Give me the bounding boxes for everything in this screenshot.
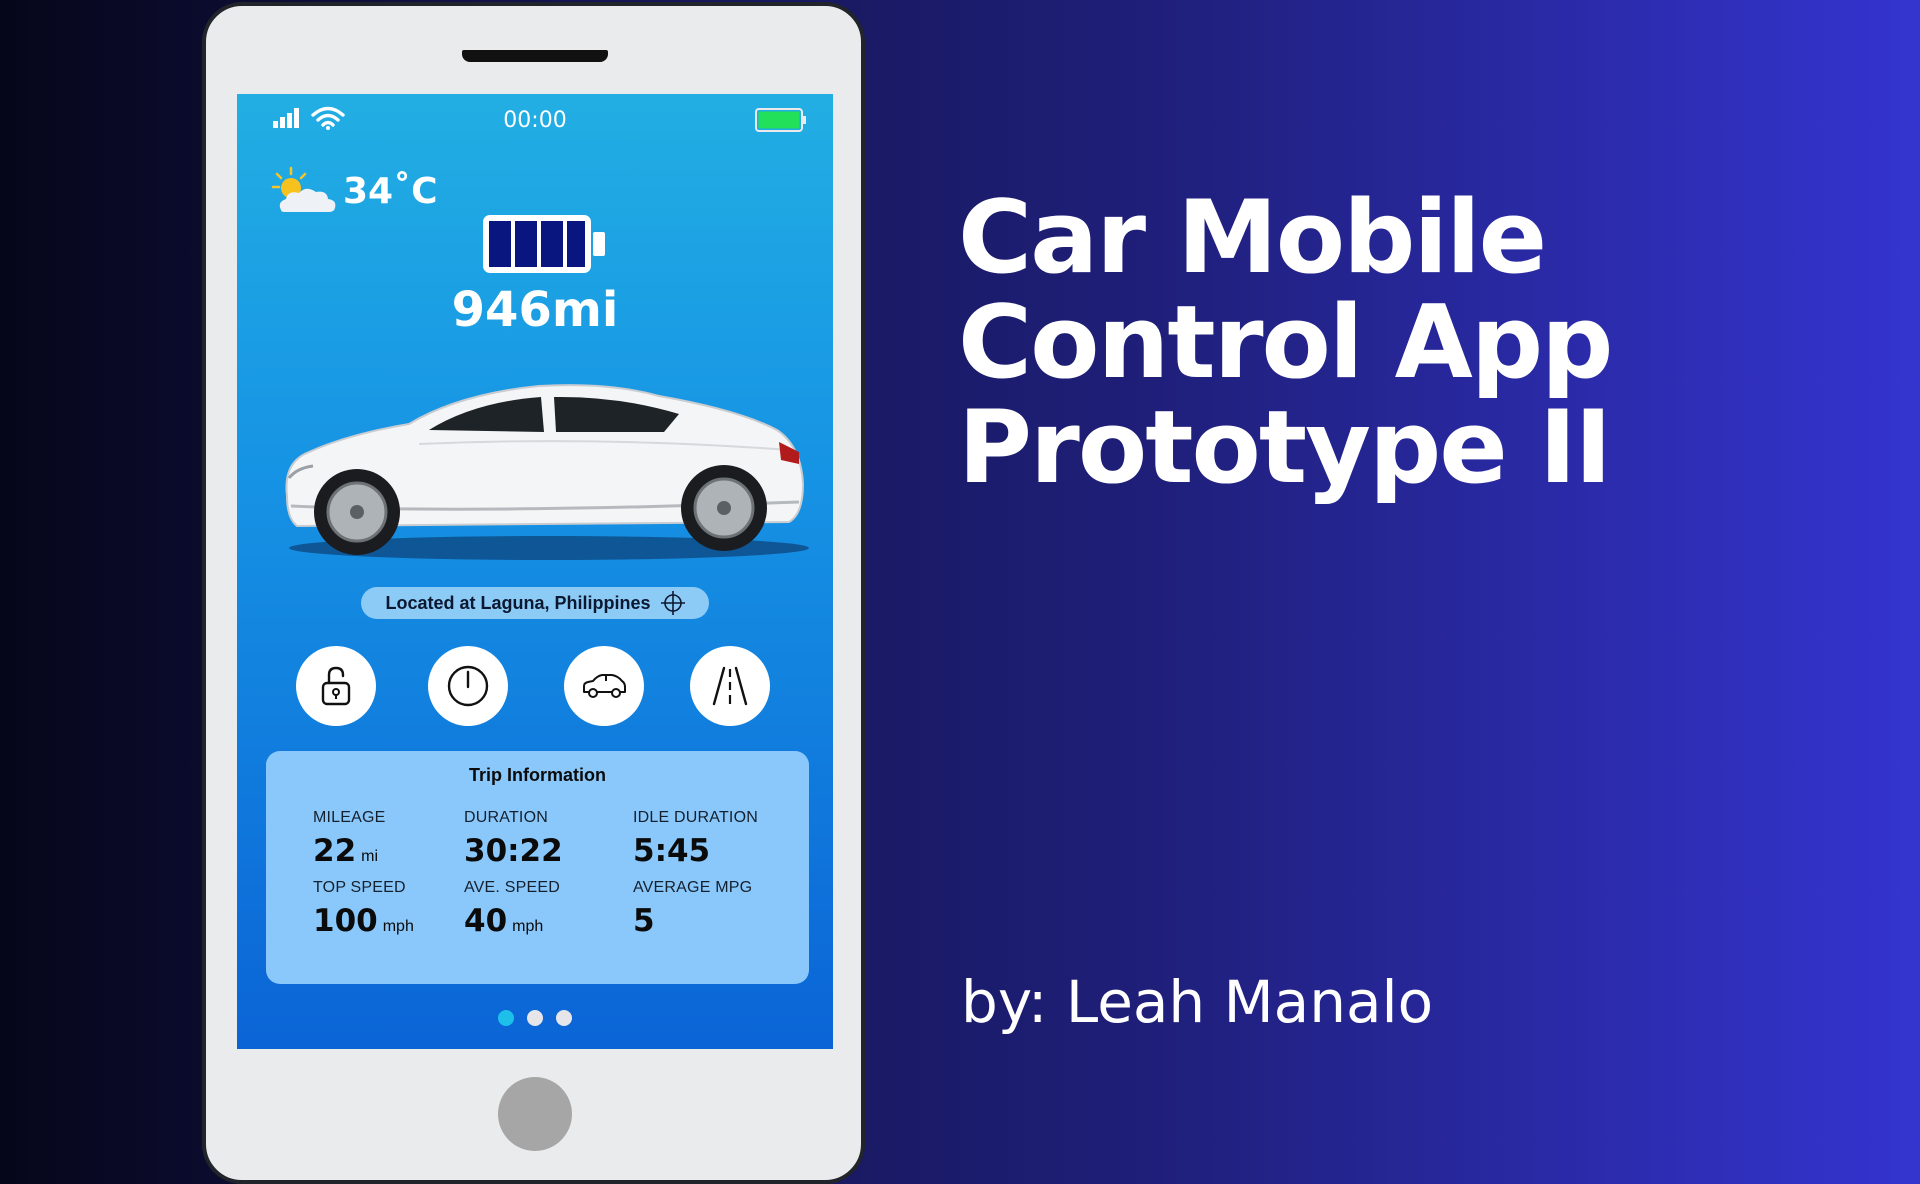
- location-badge[interactable]: Located at Laguna, Philippines: [361, 587, 709, 619]
- stat-value: 5:45: [633, 833, 711, 869]
- headline-line: Control App: [958, 283, 1613, 401]
- stat-unit: mi: [361, 848, 379, 865]
- car-icon: [583, 674, 626, 698]
- status-time: 00:00: [503, 108, 567, 133]
- headline: Car Mobile Control App Prototype II: [958, 185, 1858, 500]
- vehicle-button[interactable]: [564, 646, 644, 726]
- stat-label: TOP SPEED: [313, 879, 406, 896]
- quick-actions: [237, 646, 833, 726]
- phone-battery-icon: [755, 108, 806, 132]
- stat-value: 22: [313, 833, 357, 869]
- partly-cloudy-icon: [271, 166, 336, 212]
- page-dot[interactable]: [556, 1010, 572, 1026]
- stat-value: 5: [633, 903, 655, 939]
- page-dot-active[interactable]: [498, 1010, 514, 1026]
- temperature: 34˚C: [343, 170, 438, 212]
- headline-line: Car Mobile: [958, 178, 1547, 296]
- location-text: Located at Laguna, Philippines: [385, 592, 651, 613]
- stat-top-speed: TOP SPEED 100 mph: [313, 879, 414, 939]
- car-image: [285, 384, 809, 560]
- stat-value: 30:22: [464, 833, 563, 869]
- stat-mileage: MILEAGE 22 mi: [313, 809, 386, 869]
- stat-label: AVE. SPEED: [464, 879, 560, 896]
- trip-title: Trip Information: [469, 765, 606, 785]
- battery-level-icon: [483, 215, 605, 273]
- status-bar: 00:00: [237, 94, 833, 144]
- stat-value: 40: [464, 903, 508, 939]
- stat-label: MILEAGE: [313, 809, 386, 826]
- unlock-icon: [321, 666, 351, 706]
- page-dot[interactable]: [527, 1010, 543, 1026]
- stat-average-mpg: AVERAGE MPG 5: [633, 879, 752, 939]
- road-button[interactable]: [690, 646, 770, 726]
- author-byline: by: Leah Manalo: [961, 968, 1434, 1036]
- page-indicator: [237, 1010, 833, 1026]
- stat-value: 100: [313, 903, 378, 939]
- phone-speaker: [462, 50, 608, 62]
- stat-duration: DURATION 30:22: [464, 809, 563, 869]
- power-button[interactable]: [428, 646, 508, 726]
- stat-average-speed: AVE. SPEED 40 mph: [464, 879, 560, 939]
- trip-information-card: Trip Information MILEAGE 22 mi DURATION …: [266, 751, 809, 984]
- stat-label: IDLE DURATION: [633, 809, 758, 826]
- home-button[interactable]: [498, 1077, 572, 1151]
- weather-widget: 34˚C: [271, 166, 438, 216]
- stat-label: DURATION: [464, 809, 548, 826]
- unlock-button[interactable]: [296, 646, 376, 726]
- app-screen: 00:00 34˚C 946mi Located at Laguna, Phil…: [237, 94, 833, 1049]
- road-icon: [712, 666, 748, 706]
- range-readout: 946mi: [451, 282, 619, 338]
- stat-idle-duration: IDLE DURATION 5:45: [633, 809, 758, 869]
- stat-label: AVERAGE MPG: [633, 879, 753, 896]
- crosshair-icon[interactable]: [660, 591, 685, 615]
- stat-unit: mph: [382, 918, 414, 935]
- stat-unit: mph: [512, 918, 544, 935]
- headline-line: Prototype II: [958, 388, 1612, 506]
- power-icon: [447, 665, 489, 707]
